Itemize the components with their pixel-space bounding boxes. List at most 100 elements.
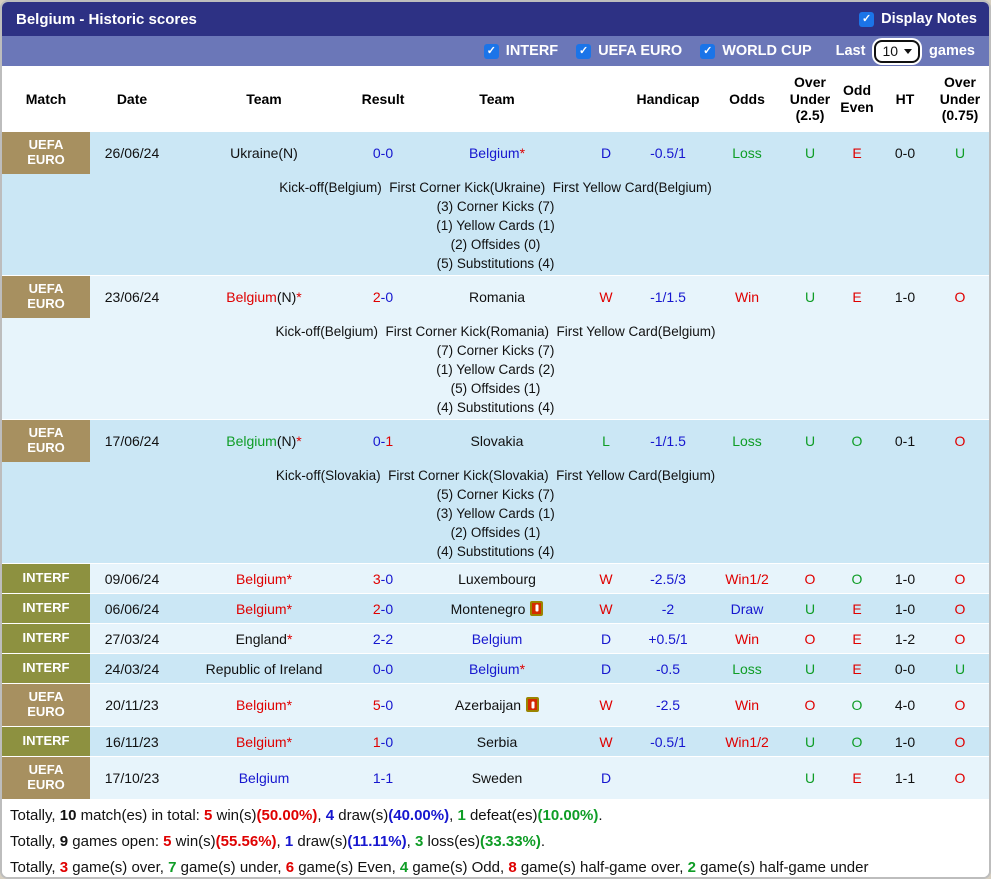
- summary-footer: Totally, 10 match(es) in total: 5 win(s)…: [2, 800, 989, 879]
- match-row[interactable]: INTERF06/06/24Belgium*2-0MontenegroW-2Dr…: [2, 594, 989, 623]
- match-result: 1-1: [354, 770, 412, 786]
- over-under-2-5-value: O: [788, 631, 832, 647]
- notes-headline: Kick-off(Slovakia) First Corner Kick(Slo…: [2, 466, 989, 485]
- notes-stat-line: (4) Substitutions (4): [2, 398, 989, 417]
- handicap-value: -1/1.5: [630, 433, 706, 449]
- notes-stat-line: (2) Offsides (0): [2, 235, 989, 254]
- team-home: Belgium*: [174, 734, 354, 750]
- display-notes-checkbox-icon[interactable]: [859, 12, 874, 27]
- team-home: Belgium*: [174, 697, 354, 713]
- result-letter: W: [582, 697, 630, 713]
- team-home: Republic of Ireland: [174, 661, 354, 677]
- match-row[interactable]: INTERF24/03/24Republic of Ireland0-0Belg…: [2, 654, 989, 683]
- col-header-team-away: Team: [412, 91, 582, 108]
- competition-badge: UEFA EURO: [2, 132, 90, 174]
- over-under-2-5-value: U: [788, 734, 832, 750]
- red-card-icon: [526, 697, 539, 712]
- display-notes-toggle[interactable]: Display Notes: [859, 11, 977, 27]
- col-header-team-home: Team: [174, 91, 354, 108]
- odd-even-value: E: [832, 145, 882, 161]
- match-row-group: INTERF06/06/24Belgium*2-0MontenegroW-2Dr…: [2, 594, 989, 623]
- odd-even-value: E: [832, 631, 882, 647]
- result-letter: D: [582, 770, 630, 786]
- col-header-over-under-0-75: Over Under (0.75): [928, 74, 991, 124]
- competition-cell: INTERF: [2, 727, 90, 756]
- notes-stat-line: (1) Yellow Cards (2): [2, 360, 989, 379]
- notes-stat-line: (2) Offsides (1): [2, 523, 989, 542]
- over-under-0-75-value: O: [928, 289, 991, 305]
- result-letter: W: [582, 289, 630, 305]
- match-result: 0-0: [354, 661, 412, 677]
- col-header-over-under-2-5: Over Under (2.5): [788, 74, 832, 124]
- half-time-score: 4-0: [882, 697, 928, 713]
- competition-cell: UEFA EURO: [2, 132, 90, 174]
- notes-headline: Kick-off(Belgium) First Corner Kick(Ukra…: [2, 178, 989, 197]
- title-bar: Belgium - Historic scores Display Notes: [2, 2, 989, 36]
- notes-stat-line: (5) Corner Kicks (7): [2, 485, 989, 504]
- last-games-control: Last 10 games: [836, 40, 975, 63]
- half-time-score: 1-0: [882, 571, 928, 587]
- result-letter: L: [582, 433, 630, 449]
- filter-uefa-euro[interactable]: UEFA EURO: [576, 43, 682, 59]
- filter-bar: INTERF UEFA EURO WORLD CUP Last 10 games: [2, 36, 989, 66]
- odd-even-value: E: [832, 661, 882, 677]
- uefa-euro-checkbox-icon[interactable]: [576, 44, 591, 59]
- competition-cell: UEFA EURO: [2, 420, 90, 462]
- team-home: Belgium*: [174, 601, 354, 617]
- match-row-group: UEFA EURO20/11/23Belgium*5-0AzerbaijanW-…: [2, 684, 989, 726]
- match-row[interactable]: INTERF27/03/24England*2-2BelgiumD+0.5/1W…: [2, 624, 989, 653]
- games-count-select[interactable]: 10: [874, 40, 920, 63]
- over-under-0-75-value: O: [928, 631, 991, 647]
- filter-interf[interactable]: INTERF: [484, 43, 558, 59]
- handicap-value: -2.5/3: [630, 571, 706, 587]
- col-header-odds: Odds: [706, 91, 788, 108]
- page-title: Belgium - Historic scores: [16, 11, 197, 28]
- result-letter: D: [582, 631, 630, 647]
- team-away: Belgium*: [412, 661, 582, 677]
- competition-badge: INTERF: [2, 564, 90, 593]
- over-under-0-75-value: O: [928, 433, 991, 449]
- team-home: Belgium*: [174, 571, 354, 587]
- handicap-value: -1/1.5: [630, 289, 706, 305]
- match-row[interactable]: INTERF09/06/24Belgium*3-0LuxembourgW-2.5…: [2, 564, 989, 593]
- match-row-group: UEFA EURO17/10/23Belgium1-1SwedenDUE1-1O: [2, 757, 989, 799]
- match-row[interactable]: UEFA EURO17/06/24Belgium(N)*0-1SlovakiaL…: [2, 420, 989, 462]
- match-result: 3-0: [354, 571, 412, 587]
- match-row[interactable]: UEFA EURO17/10/23Belgium1-1SwedenDUE1-1O: [2, 757, 989, 799]
- match-date: 23/06/24: [90, 289, 174, 305]
- match-row-group: UEFA EURO26/06/24Ukraine(N)0-0Belgium*D-…: [2, 132, 989, 275]
- match-row-group: INTERF27/03/24England*2-2BelgiumD+0.5/1W…: [2, 624, 989, 653]
- half-time-score: 0-0: [882, 145, 928, 161]
- match-result: 5-0: [354, 697, 412, 713]
- odd-even-value: O: [832, 697, 882, 713]
- match-row[interactable]: UEFA EURO26/06/24Ukraine(N)0-0Belgium*D-…: [2, 132, 989, 174]
- competition-cell: INTERF: [2, 594, 90, 623]
- match-row[interactable]: UEFA EURO20/11/23Belgium*5-0AzerbaijanW-…: [2, 684, 989, 726]
- match-result: 2-0: [354, 601, 412, 617]
- team-away: Belgium*: [412, 145, 582, 161]
- match-result: 0-1: [354, 433, 412, 449]
- result-letter: D: [582, 145, 630, 161]
- world-cup-label: WORLD CUP: [722, 43, 811, 59]
- competition-badge: UEFA EURO: [2, 276, 90, 318]
- match-row[interactable]: UEFA EURO23/06/24Belgium(N)*2-0RomaniaW-…: [2, 276, 989, 318]
- team-home: Ukraine(N): [174, 145, 354, 161]
- result-letter: W: [582, 601, 630, 617]
- competition-badge: UEFA EURO: [2, 757, 90, 799]
- team-away: Belgium: [412, 631, 582, 647]
- over-under-2-5-value: O: [788, 697, 832, 713]
- historic-scores-panel: Belgium - Historic scores Display Notes …: [0, 0, 991, 879]
- interf-checkbox-icon[interactable]: [484, 44, 499, 59]
- match-row-group: UEFA EURO23/06/24Belgium(N)*2-0RomaniaW-…: [2, 276, 989, 419]
- competition-cell: INTERF: [2, 624, 90, 653]
- handicap-odds-result: Win: [706, 631, 788, 647]
- handicap-value: -0.5: [630, 661, 706, 677]
- match-notes: Kick-off(Belgium) First Corner Kick(Ukra…: [2, 174, 989, 275]
- match-result: 1-0: [354, 734, 412, 750]
- odd-even-value: E: [832, 289, 882, 305]
- red-card-icon: [530, 601, 543, 616]
- match-row[interactable]: INTERF16/11/23Belgium*1-0SerbiaW-0.5/1Wi…: [2, 727, 989, 756]
- world-cup-checkbox-icon[interactable]: [700, 44, 715, 59]
- match-notes: Kick-off(Belgium) First Corner Kick(Roma…: [2, 318, 989, 419]
- filter-world-cup[interactable]: WORLD CUP: [700, 43, 811, 59]
